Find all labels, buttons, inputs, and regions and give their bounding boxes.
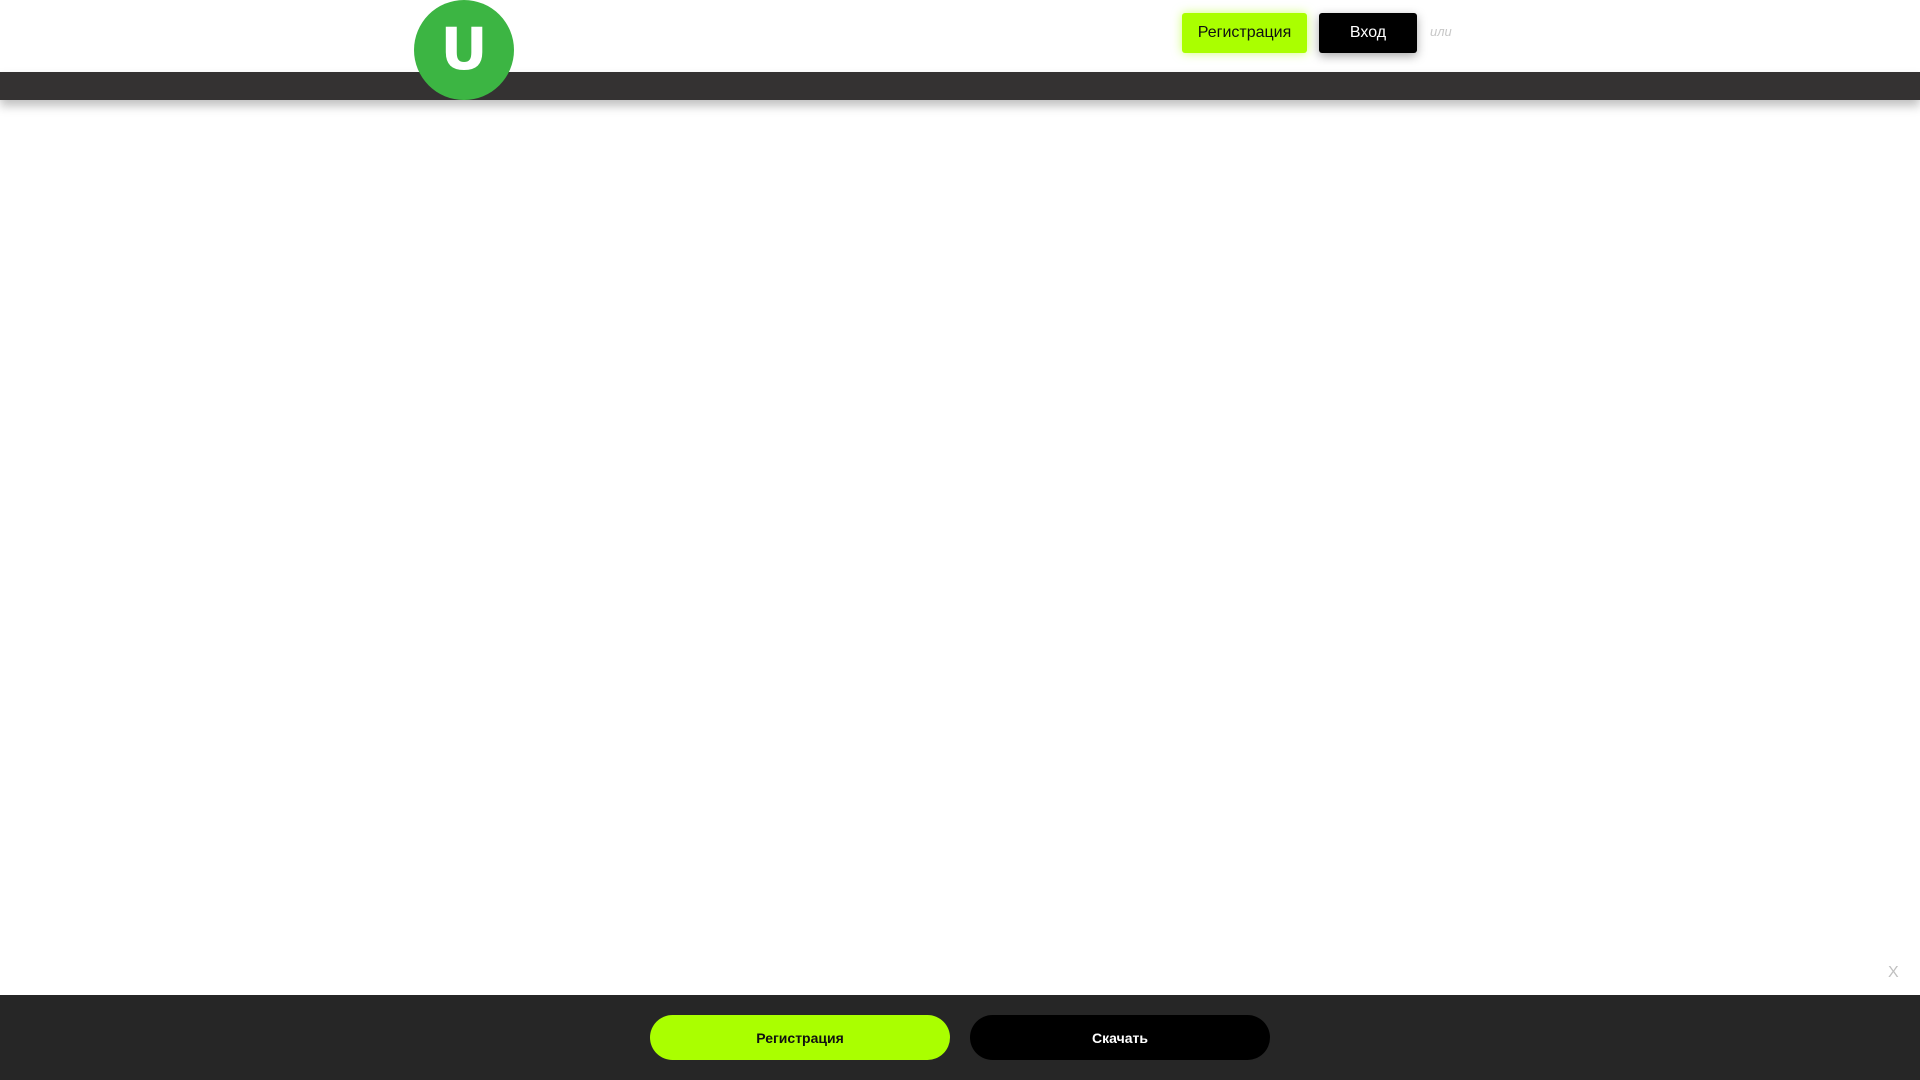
- header-register-button[interactable]: Регистрация: [1182, 13, 1307, 53]
- header-or-text: или: [1430, 24, 1452, 39]
- header-login-button[interactable]: Вход: [1319, 13, 1417, 53]
- site-logo[interactable]: U: [414, 0, 514, 100]
- bottom-download-button[interactable]: Скачать: [970, 1015, 1270, 1060]
- close-bottom-bar-button[interactable]: X: [1888, 964, 1899, 982]
- site-header: Регистрация Вход или: [0, 0, 1920, 72]
- logo-letter: U: [440, 15, 488, 83]
- bottom-register-button[interactable]: Регистрация: [650, 1015, 950, 1060]
- nav-strip: [0, 72, 1920, 100]
- bottom-cta-bar: Регистрация Скачать: [0, 995, 1920, 1080]
